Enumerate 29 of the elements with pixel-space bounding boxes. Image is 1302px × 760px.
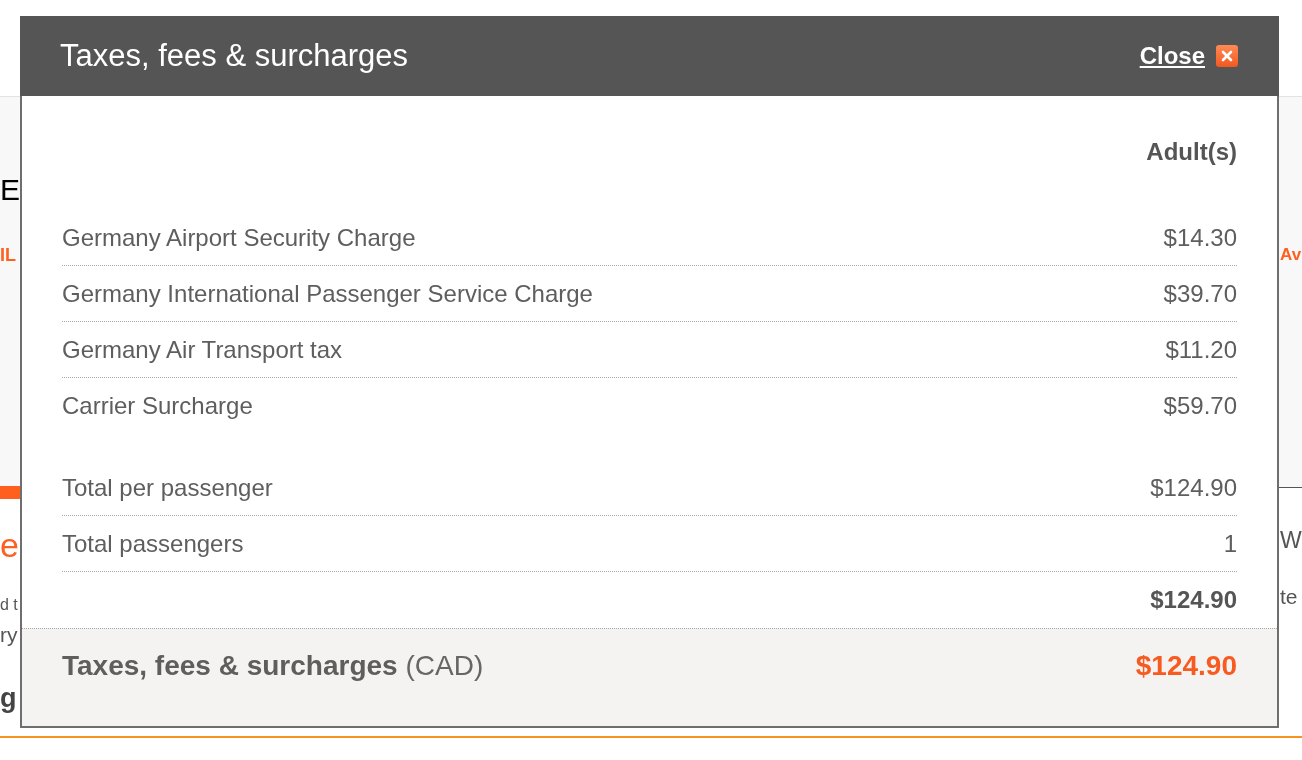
total-label: Taxes, fees & surcharges (CAD) [62,649,484,683]
column-header: Adult(s) [1145,139,1237,165]
subtotal-amount: $124.90 [1150,586,1237,614]
total-amount: 1 [1223,529,1237,558]
dialog-title: Taxes, fees & surcharges [60,38,409,74]
charge-amount: $39.70 [1163,279,1237,308]
nav-link[interactable]: IL [0,245,16,265]
charge-label: Germany International Passenger Service Charge [62,279,593,308]
total-amount: $124.90 [1150,473,1237,502]
body-text: ry [0,623,18,647]
accent-bar [0,486,20,499]
grand-total-amount: $124.90 [1135,649,1237,683]
total-label: Total passengers [62,529,244,558]
total-label: Total per passenger [62,473,273,502]
nav-link[interactable]: Av [1280,245,1302,265]
charge-label: Carrier Surcharge [62,392,253,420]
charge-label: Germany Air Transport tax [62,335,343,364]
close-link[interactable]: Close [1139,42,1238,70]
section-heading: W [1280,527,1302,553]
section-heading: e [0,528,19,562]
charge-amount: $14.30 [1163,223,1237,252]
body-text: d t [0,595,18,615]
close-icon[interactable] [1216,45,1238,67]
body-text: te [1280,585,1298,609]
page-heading: E [0,175,20,205]
charge-amount: $59.70 [1163,392,1237,420]
label-text: g [0,683,17,713]
charge-amount: $11.20 [1165,335,1237,364]
charge-label: Germany Airport Security Charge [62,223,416,252]
